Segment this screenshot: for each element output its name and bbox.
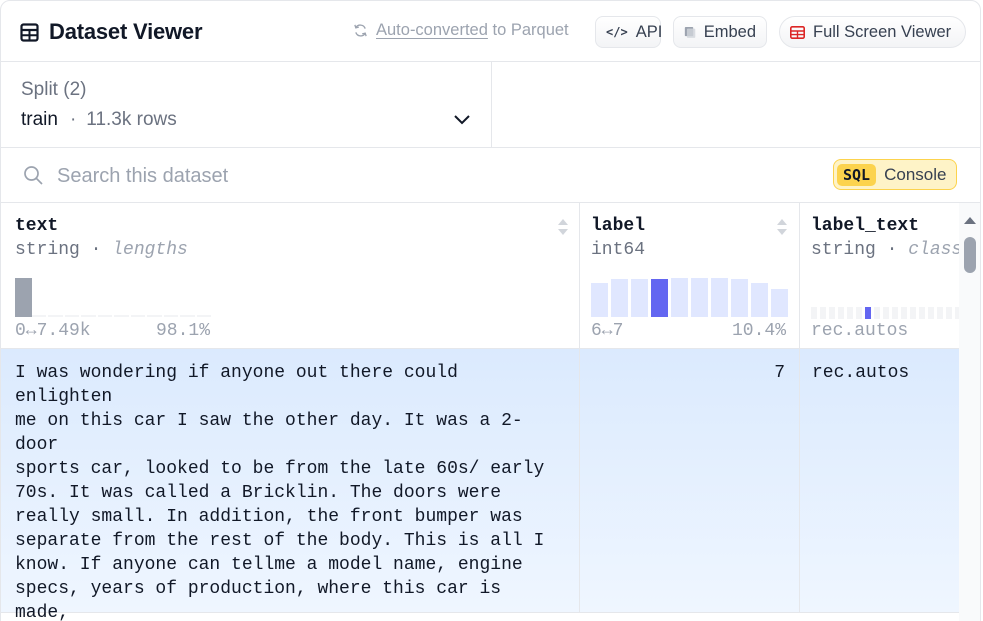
cell-text[interactable]: I was wondering if anyone out there coul…: [1, 349, 580, 621]
split-label: Split (2): [21, 79, 87, 100]
histogram-bar[interactable]: [130, 315, 145, 317]
histogram-bar[interactable]: [631, 279, 648, 317]
sql-tag: SQL: [837, 163, 877, 186]
refresh-icon: [354, 24, 367, 37]
label-text-class-bar: [811, 307, 959, 319]
histogram-bar[interactable]: [31, 315, 46, 317]
split-separator: ·: [69, 109, 77, 130]
histogram-bar[interactable]: [180, 315, 195, 317]
dataset-viewer-panel: Dataset Viewer Auto-converted to Parquet…: [0, 0, 981, 621]
column-header-text[interactable]: text string · lengths 0↔7.49k 98.1%: [1, 203, 580, 349]
sort-icon[interactable]: [556, 217, 570, 237]
split-selector[interactable]: Split (2) train · 11.3k rows: [1, 62, 492, 148]
search-icon: [24, 166, 43, 185]
api-button-label: API: [635, 22, 663, 41]
column-header-label[interactable]: label int64 6↔7 10.4%: [580, 203, 800, 349]
column-name: label: [591, 216, 646, 236]
label-range: 6↔7: [591, 321, 624, 341]
split-value-row: train · 11.3k rows: [21, 109, 177, 131]
label-text-top-class: rec.autos: [811, 321, 909, 341]
embed-button[interactable]: Embed: [673, 16, 767, 48]
page-title: Dataset Viewer: [49, 19, 203, 44]
class-bar[interactable]: [856, 307, 862, 319]
histogram-bar[interactable]: [671, 278, 688, 317]
full-screen-viewer-label: Full Screen Viewer: [813, 22, 952, 41]
embed-button-label: Embed: [703, 22, 756, 41]
histogram-bar[interactable]: [731, 279, 748, 317]
parquet-link[interactable]: Auto-converted: [376, 21, 488, 39]
class-bar[interactable]: [901, 307, 907, 319]
full-screen-table-icon: [790, 25, 805, 39]
class-bar[interactable]: [829, 307, 835, 319]
sql-console-button[interactable]: SQL Console: [833, 159, 957, 190]
histogram-bar[interactable]: [611, 279, 628, 317]
chevron-down-icon[interactable]: [452, 112, 472, 126]
column-name: text: [15, 216, 59, 236]
parquet-status: Auto-converted to Parquet: [353, 21, 569, 40]
api-button[interactable]: </> API: [595, 16, 663, 48]
class-bar[interactable]: [865, 307, 871, 319]
column-type: string · classes: [811, 240, 959, 260]
histogram-bar[interactable]: [147, 315, 162, 317]
histogram-bar[interactable]: [711, 278, 728, 317]
text-range-percent: 98.1%: [156, 321, 211, 341]
cell-label[interactable]: 7: [580, 349, 800, 613]
column-stat: classes: [908, 240, 959, 260]
table-row[interactable]: I was wondering if anyone out there coul…: [1, 349, 959, 621]
table-grid-icon: [20, 22, 39, 42]
embed-icon: [684, 26, 696, 38]
text-length-histogram: [15, 277, 211, 317]
parquet-suffix: to Parquet: [492, 21, 569, 39]
class-bar[interactable]: [910, 307, 916, 319]
class-bar[interactable]: [847, 307, 853, 319]
class-bar[interactable]: [874, 307, 880, 319]
sort-icon[interactable]: [775, 217, 789, 237]
histogram-bar[interactable]: [651, 279, 668, 317]
search-input[interactable]: [57, 161, 657, 191]
histogram-bar[interactable]: [196, 315, 211, 317]
class-bar[interactable]: [937, 307, 943, 319]
column-type: int64: [591, 240, 646, 260]
scroll-thumb[interactable]: [964, 237, 976, 273]
histogram-bar[interactable]: [48, 315, 63, 317]
column-header-label-text[interactable]: label_text string · classes rec.autos: [800, 203, 959, 349]
split-row-count: 11.3k rows: [86, 109, 177, 130]
histogram-bar[interactable]: [114, 315, 129, 317]
histogram-bar[interactable]: [97, 315, 112, 317]
histogram-bar[interactable]: [81, 315, 96, 317]
histogram-bar[interactable]: [591, 283, 608, 317]
column-name: label_text: [811, 216, 920, 236]
histogram-bar[interactable]: [15, 278, 32, 317]
histogram-bar[interactable]: [163, 315, 178, 317]
histogram-bar[interactable]: [751, 283, 768, 317]
histogram-bar[interactable]: [64, 315, 79, 317]
full-screen-viewer-button[interactable]: Full Screen Viewer: [779, 16, 966, 48]
column-type: string · lengths: [15, 240, 188, 260]
class-bar[interactable]: [928, 307, 934, 319]
histogram-bar[interactable]: [691, 278, 708, 317]
class-bar[interactable]: [892, 307, 898, 319]
text-range-min-max: 0↔7.49k: [15, 321, 91, 341]
class-bar[interactable]: [883, 307, 889, 319]
scroll-up-arrow-icon[interactable]: [963, 215, 977, 225]
class-bar[interactable]: [946, 307, 952, 319]
viewer-header: Dataset Viewer Auto-converted to Parquet…: [1, 1, 980, 62]
cell-label-text[interactable]: rec.autos: [800, 349, 959, 613]
code-icon: </>: [606, 25, 628, 39]
table-scrollbar[interactable]: [959, 203, 980, 621]
class-bar[interactable]: [838, 307, 844, 319]
class-bar[interactable]: [820, 307, 826, 319]
column-stat: lengths: [112, 240, 188, 260]
split-value: train: [21, 109, 58, 130]
split-empty-area: [492, 62, 980, 148]
class-bar[interactable]: [811, 307, 817, 319]
label-histogram: [591, 277, 788, 317]
sql-console-label: Console: [884, 164, 947, 184]
histogram-bar[interactable]: [771, 289, 788, 317]
search-bar: SQL Console: [1, 148, 980, 203]
class-bar[interactable]: [919, 307, 925, 319]
title-group: Dataset Viewer: [20, 19, 203, 45]
dataset-table: text string · lengths 0↔7.49k 98.1% labe…: [1, 203, 959, 621]
label-range-percent: 10.4%: [732, 321, 787, 341]
